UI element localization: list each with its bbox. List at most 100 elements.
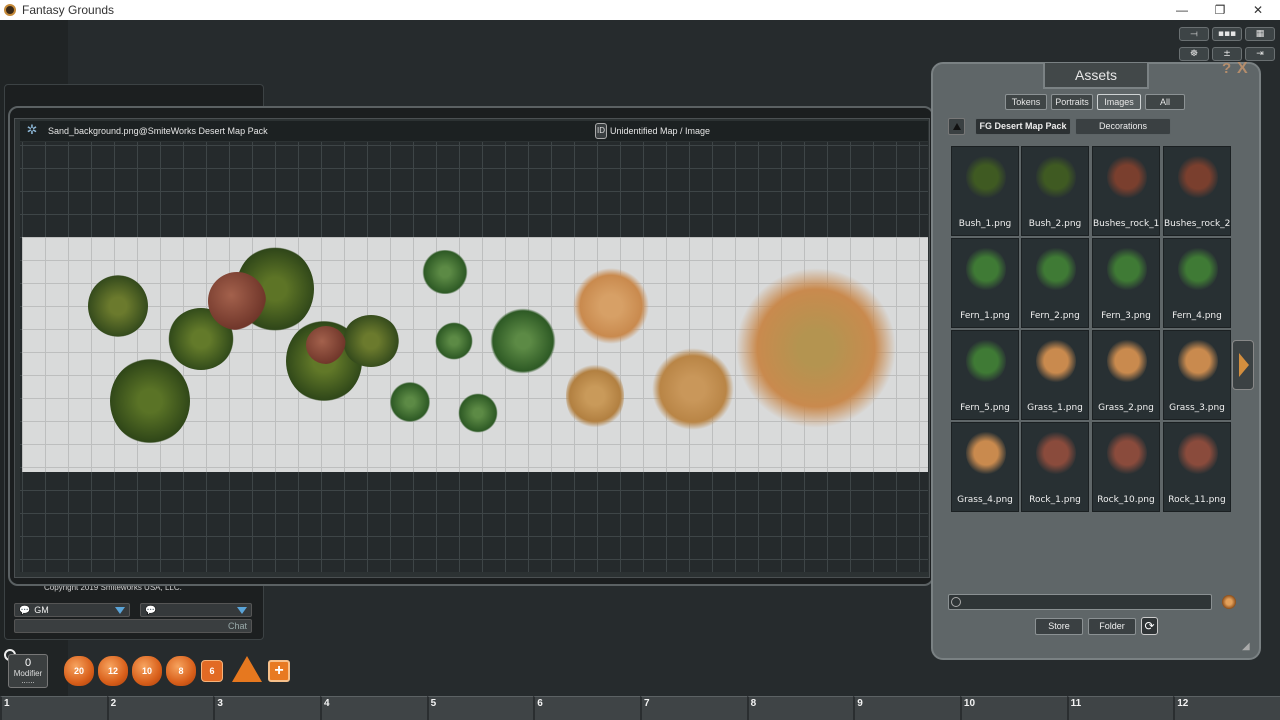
asset-tile-label: Fern_4.png — [1172, 311, 1222, 321]
asset-tile[interactable]: Fern_4.png — [1163, 238, 1231, 328]
folder-button[interactable]: Folder — [1088, 618, 1136, 635]
modifier-box[interactable]: 0 Modifier ...... — [8, 654, 48, 688]
asset-tile-label: Bushes_rock_1 — [1093, 219, 1160, 229]
chevron-down-icon — [237, 607, 247, 614]
restore-button[interactable]: ❐ — [1200, 0, 1240, 20]
hotkey-slot[interactable]: 7 — [639, 696, 747, 720]
map-rock-prop[interactable] — [306, 326, 346, 364]
image-identity-name[interactable]: Unidentified Map / Image — [610, 126, 710, 136]
asset-tile-label: Bush_1.png — [958, 219, 1012, 229]
d20-die[interactable]: 20 — [64, 656, 94, 686]
asset-tile[interactable]: Bushes_rock_2 — [1163, 146, 1231, 236]
map-fern-prop[interactable] — [488, 305, 558, 377]
chat-mode-select[interactable]: 💬 — [140, 603, 252, 617]
map-grass-prop[interactable] — [566, 360, 624, 432]
hotkey-slot[interactable]: 9 — [853, 696, 960, 720]
fern-thumbnail — [1036, 247, 1076, 291]
add-die-button[interactable]: + — [268, 660, 290, 682]
refresh-icon[interactable]: ⟳ — [1141, 617, 1158, 635]
asset-tile[interactable]: Fern_2.png — [1021, 238, 1089, 328]
parent-folder-button[interactable] — [948, 118, 965, 135]
hotkey-slot[interactable]: 5 — [426, 696, 534, 720]
image-name[interactable]: Sand_background.png@SmiteWorks Desert Ma… — [48, 126, 268, 136]
toolbar-calendar-button[interactable]: ▦ — [1245, 27, 1275, 41]
hotkey-slot[interactable]: 11 — [1066, 696, 1174, 720]
d10-die[interactable]: 10 — [132, 656, 162, 686]
hotkey-slot[interactable]: 2 — [106, 696, 214, 720]
hotkey-slot[interactable]: 12 — [1173, 696, 1280, 720]
chat-speaker-select[interactable]: 💬 GM — [14, 603, 130, 617]
bushrock-thumbnail — [1178, 155, 1218, 199]
fern-thumbnail — [966, 247, 1006, 291]
toolbar-measure-button[interactable]: ⟞ — [1179, 27, 1209, 41]
map-grass-prop[interactable] — [736, 262, 896, 434]
hotkey-slot[interactable]: 10 — [959, 696, 1067, 720]
hotkey-bar: 1 2 3 4 5 6 7 8 9 10 11 12 — [0, 696, 1280, 720]
search-icon — [951, 597, 961, 607]
toolbar-effects-button[interactable]: ± — [1212, 47, 1242, 61]
asset-tile[interactable]: Rock_1.png — [1021, 422, 1089, 512]
close-window-button[interactable]: ✕ — [1238, 0, 1278, 20]
folder-tab-decorations[interactable]: Decorations — [1075, 118, 1171, 135]
asset-tile-label: Rock_10.png — [1097, 495, 1155, 505]
d12-die[interactable]: 12 — [98, 656, 128, 686]
asset-tile[interactable]: Grass_2.png — [1092, 330, 1160, 420]
asset-tile[interactable]: Bush_2.png — [1021, 146, 1089, 236]
asset-tile-label: Bushes_rock_2 — [1164, 219, 1231, 229]
tab-tokens[interactable]: Tokens — [1005, 94, 1047, 110]
map-bush-prop[interactable] — [88, 275, 148, 337]
asset-tile[interactable]: Bush_1.png — [951, 146, 1019, 236]
map-grass-prop[interactable] — [572, 266, 650, 346]
d4-die[interactable] — [232, 656, 262, 682]
map-bush-prop[interactable] — [110, 358, 190, 444]
map-fern-prop[interactable] — [388, 380, 432, 424]
next-page-button[interactable] — [1232, 340, 1254, 390]
hotkey-slot[interactable]: 6 — [533, 696, 640, 720]
map-fern-prop[interactable] — [434, 320, 474, 362]
chat-input[interactable]: Chat — [14, 619, 252, 633]
tab-portraits[interactable]: Portraits — [1051, 94, 1093, 110]
toolbar-lighting-button[interactable]: ☸ — [1179, 47, 1209, 61]
map-grass-prop[interactable] — [652, 345, 734, 433]
map-fern-prop[interactable] — [456, 392, 500, 434]
asset-tile[interactable]: Fern_5.png — [951, 330, 1019, 420]
resize-grip-icon[interactable]: ◢ — [1242, 641, 1250, 652]
asset-tile[interactable]: Rock_10.png — [1092, 422, 1160, 512]
hotkey-slot[interactable]: 4 — [319, 696, 427, 720]
bush-thumbnail — [1036, 155, 1076, 199]
asset-tile-label: Grass_4.png — [957, 495, 1013, 505]
app-icon — [4, 4, 16, 16]
asset-tile[interactable]: Bushes_rock_1 — [1092, 146, 1160, 236]
map-bush-prop[interactable] — [342, 315, 400, 367]
toolbar-party-button[interactable]: ▪▪▪ — [1212, 27, 1242, 41]
grass-thumbnail — [966, 431, 1006, 475]
view-mode-button[interactable] — [1222, 595, 1236, 609]
asset-tile[interactable]: Rock_11.png — [1163, 422, 1231, 512]
help-button[interactable]: ? — [1222, 60, 1231, 77]
toolbar-sidebar-button[interactable]: ⇥ — [1245, 47, 1275, 61]
asset-tile[interactable]: Grass_1.png — [1021, 330, 1089, 420]
hotkey-slot[interactable]: 1 — [0, 696, 107, 720]
identified-toggle[interactable]: ID — [595, 123, 607, 139]
asset-filter-input[interactable] — [948, 594, 1212, 610]
tab-all[interactable]: All — [1145, 94, 1185, 110]
minimize-button[interactable]: — — [1162, 0, 1202, 20]
chevron-down-icon — [115, 607, 125, 614]
map-rock-prop[interactable] — [208, 272, 266, 330]
image-type-icon[interactable]: ✲ — [24, 122, 40, 138]
store-button[interactable]: Store — [1035, 618, 1083, 635]
asset-tile[interactable]: Fern_1.png — [951, 238, 1019, 328]
d8-die[interactable]: 8 — [166, 656, 196, 686]
hotkey-slot[interactable]: 3 — [213, 696, 320, 720]
asset-tile[interactable]: Grass_4.png — [951, 422, 1019, 512]
map-fern-prop[interactable] — [418, 250, 472, 294]
asset-tile[interactable]: Grass_3.png — [1163, 330, 1231, 420]
close-assets-button[interactable]: X — [1237, 60, 1248, 78]
asset-tile-label: Rock_11.png — [1168, 495, 1226, 505]
hotkey-slot[interactable]: 8 — [746, 696, 854, 720]
folder-tab-desert-map-pack[interactable]: FG Desert Map Pack — [975, 118, 1071, 135]
d6-die[interactable]: 6 — [201, 660, 223, 682]
asset-tile-label: Fern_2.png — [1030, 311, 1080, 321]
asset-tile[interactable]: Fern_3.png — [1092, 238, 1160, 328]
tab-images[interactable]: Images — [1097, 94, 1141, 110]
